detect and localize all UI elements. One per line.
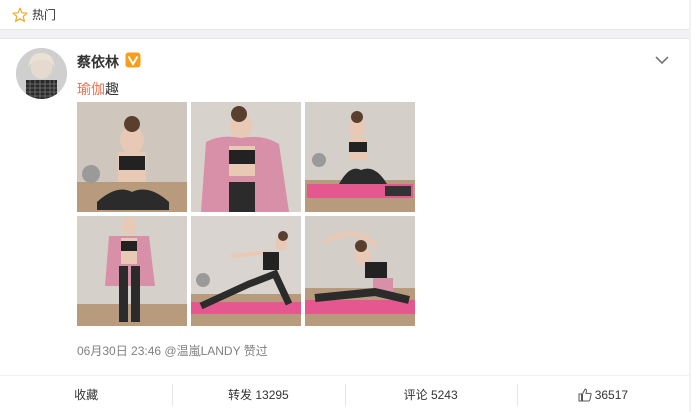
thumbs-up-icon xyxy=(578,388,592,401)
comment-label: 评论 xyxy=(403,388,428,402)
like-count: 36517 xyxy=(594,387,629,402)
post-text-rest: 趣 xyxy=(105,81,119,97)
weibo-post-card: 蔡依林 瑜伽趣 06月30日 23:46 @温嵐LANDY 赞过 收藏 转发 1… xyxy=(0,38,689,412)
hot-label: 热门 xyxy=(32,8,57,22)
page: 热门 蔡依林 瑜伽趣 06月30日 23:46 @温嵐LANDY 赞过 收藏 转… xyxy=(0,0,691,412)
favorite-label: 收藏 xyxy=(74,388,99,402)
author-name[interactable]: 蔡依林 xyxy=(77,52,119,72)
post-text: 瑜伽趣 xyxy=(77,79,119,99)
hot-header: 热门 xyxy=(0,0,689,30)
avatar[interactable] xyxy=(16,48,67,99)
action-bar: 收藏 转发 13295 评论 5243 36517 xyxy=(0,375,689,412)
post-meta: 06月30日 23:46 @温嵐LANDY 赞过 xyxy=(77,342,268,359)
favorite-button[interactable]: 收藏 xyxy=(0,376,172,412)
like-button[interactable]: 36517 xyxy=(516,376,689,412)
post-photo-1[interactable] xyxy=(77,102,187,212)
comment-count: 5243 xyxy=(430,387,458,402)
post-photo-6[interactable] xyxy=(305,216,415,326)
comment-button[interactable]: 评论 5243 xyxy=(344,376,517,412)
star-icon xyxy=(12,7,28,22)
repost-button[interactable]: 转发 13295 xyxy=(172,376,344,412)
liked-by[interactable]: @温嵐LANDY 赞过 xyxy=(164,344,267,358)
repost-label: 转发 xyxy=(228,388,253,402)
topic-link[interactable]: 瑜伽 xyxy=(77,81,105,97)
post-photo-3[interactable] xyxy=(305,102,415,212)
post-timestamp[interactable]: 06月30日 23:46 xyxy=(77,344,161,358)
avatar-image xyxy=(16,48,67,99)
post-photo-2[interactable] xyxy=(191,102,301,212)
post-photo-5[interactable] xyxy=(191,216,301,326)
post-photo-4[interactable] xyxy=(77,216,187,326)
chevron-down-icon[interactable] xyxy=(654,54,670,66)
repost-count: 13295 xyxy=(255,387,289,402)
verified-v-icon xyxy=(125,52,141,68)
